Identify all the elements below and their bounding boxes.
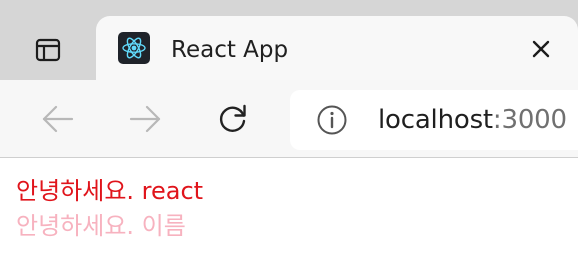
- url-port: :3000: [492, 105, 567, 135]
- url-host: localhost: [378, 105, 493, 135]
- reload-icon: [215, 101, 251, 137]
- info-icon[interactable]: [316, 104, 348, 136]
- browser-tab[interactable]: React App: [96, 16, 578, 84]
- address-bar[interactable]: localhost:3000: [290, 90, 578, 150]
- close-icon: [531, 39, 551, 59]
- reload-button[interactable]: [209, 95, 257, 143]
- arrow-right-icon: [126, 100, 164, 138]
- browser-window: React App localhost:3000 안녕하세요. react 안녕…: [0, 0, 578, 278]
- tab-title: React App: [171, 37, 289, 63]
- url-text[interactable]: localhost:3000: [378, 104, 567, 136]
- navigation-toolbar: localhost:3000: [0, 80, 578, 158]
- greeting-text-2: 안녕하세요. 이름: [16, 212, 186, 240]
- tab-actions-icon: [34, 36, 62, 64]
- forward-button[interactable]: [121, 95, 169, 143]
- page-viewport: 안녕하세요. react 안녕하세요. 이름: [0, 158, 578, 278]
- tab-strip: React App: [0, 0, 578, 84]
- tab-actions-button[interactable]: [18, 20, 78, 80]
- react-logo-icon: [118, 32, 150, 64]
- close-tab-button[interactable]: [528, 36, 554, 62]
- greeting-text-1: 안녕하세요. react: [16, 177, 204, 205]
- back-button[interactable]: [34, 95, 82, 143]
- arrow-left-icon: [39, 100, 77, 138]
